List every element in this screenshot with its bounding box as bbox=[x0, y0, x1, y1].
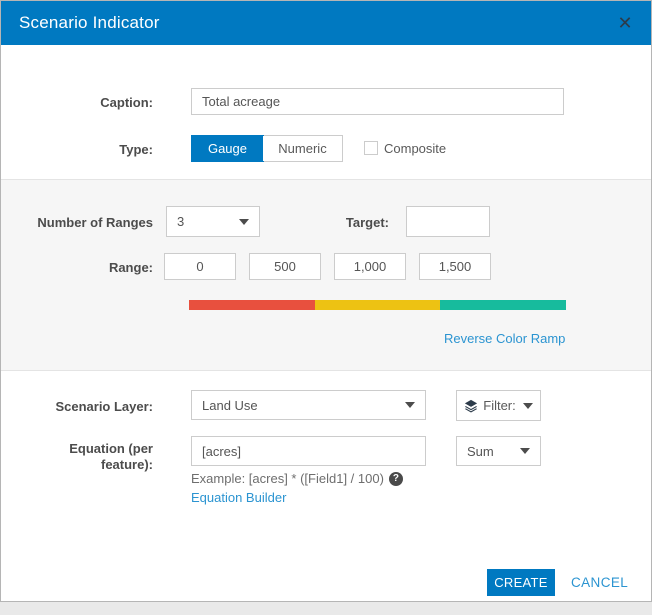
scenario-layer-label: Scenario Layer: bbox=[55, 399, 153, 414]
chevron-down-icon bbox=[522, 402, 533, 409]
cancel-button[interactable]: CANCEL bbox=[571, 575, 628, 590]
scenario-layer-value: Land Use bbox=[202, 397, 258, 413]
target-input[interactable] bbox=[406, 206, 490, 237]
equation-label: Equation (per feature): bbox=[69, 441, 153, 472]
color-ramp-segment-green bbox=[440, 300, 567, 310]
target-label: Target: bbox=[345, 215, 389, 230]
caption-input[interactable] bbox=[191, 88, 564, 115]
filter-label: Filter: bbox=[483, 398, 516, 413]
color-ramp-segment-red bbox=[189, 300, 315, 310]
aggregation-value: Sum bbox=[467, 443, 494, 459]
dialog-header: Scenario Indicator ✕ bbox=[1, 1, 651, 45]
dialog-title: Scenario Indicator bbox=[19, 13, 160, 32]
composite-label: Composite bbox=[384, 141, 447, 156]
type-gauge-button[interactable]: Gauge bbox=[191, 135, 264, 162]
color-ramp-segment-yellow bbox=[314, 300, 441, 310]
range-input-3[interactable] bbox=[334, 253, 406, 280]
type-numeric-button[interactable]: Numeric bbox=[263, 136, 342, 161]
close-icon[interactable]: ✕ bbox=[610, 1, 640, 45]
number-of-ranges-value: 3 bbox=[177, 214, 185, 229]
range-input-2[interactable] bbox=[249, 253, 321, 280]
range-label: Range: bbox=[108, 260, 153, 275]
scenario-indicator-dialog: Scenario Indicator ✕ Caption: Type: Gaug… bbox=[0, 0, 652, 602]
layers-icon bbox=[464, 399, 478, 413]
help-icon[interactable]: ? bbox=[388, 471, 403, 486]
ranges-section: Number of Ranges 3 Target: Range: Revers… bbox=[1, 179, 651, 371]
number-of-ranges-dropdown[interactable]: 3 bbox=[166, 206, 260, 237]
equation-example-text: Example: [acres] * ([Field1] / 100) bbox=[191, 471, 384, 486]
number-of-ranges-label: Number of Ranges bbox=[37, 215, 153, 230]
type-label: Type: bbox=[119, 142, 153, 157]
equation-example: Example: [acres] * ([Field1] / 100) ? bbox=[191, 471, 403, 486]
create-button[interactable]: CREATE bbox=[487, 569, 555, 596]
scenario-layer-dropdown[interactable]: Land Use bbox=[191, 390, 426, 420]
type-segmented-control: Gauge Numeric bbox=[191, 135, 343, 162]
chevron-down-icon bbox=[239, 218, 249, 225]
chevron-down-icon bbox=[405, 402, 415, 408]
aggregation-dropdown[interactable]: Sum bbox=[456, 436, 541, 466]
chevron-down-icon bbox=[520, 448, 530, 454]
composite-checkbox[interactable] bbox=[364, 141, 378, 155]
caption-label: Caption: bbox=[100, 95, 153, 110]
range-input-1[interactable] bbox=[164, 253, 236, 280]
equation-builder-link[interactable]: Equation Builder bbox=[191, 490, 286, 505]
reverse-color-ramp-link[interactable]: Reverse Color Ramp bbox=[444, 331, 565, 346]
filter-dropdown[interactable]: Filter: bbox=[456, 390, 541, 421]
color-ramp bbox=[189, 300, 567, 310]
range-input-4[interactable] bbox=[419, 253, 491, 280]
equation-input[interactable] bbox=[191, 436, 426, 466]
